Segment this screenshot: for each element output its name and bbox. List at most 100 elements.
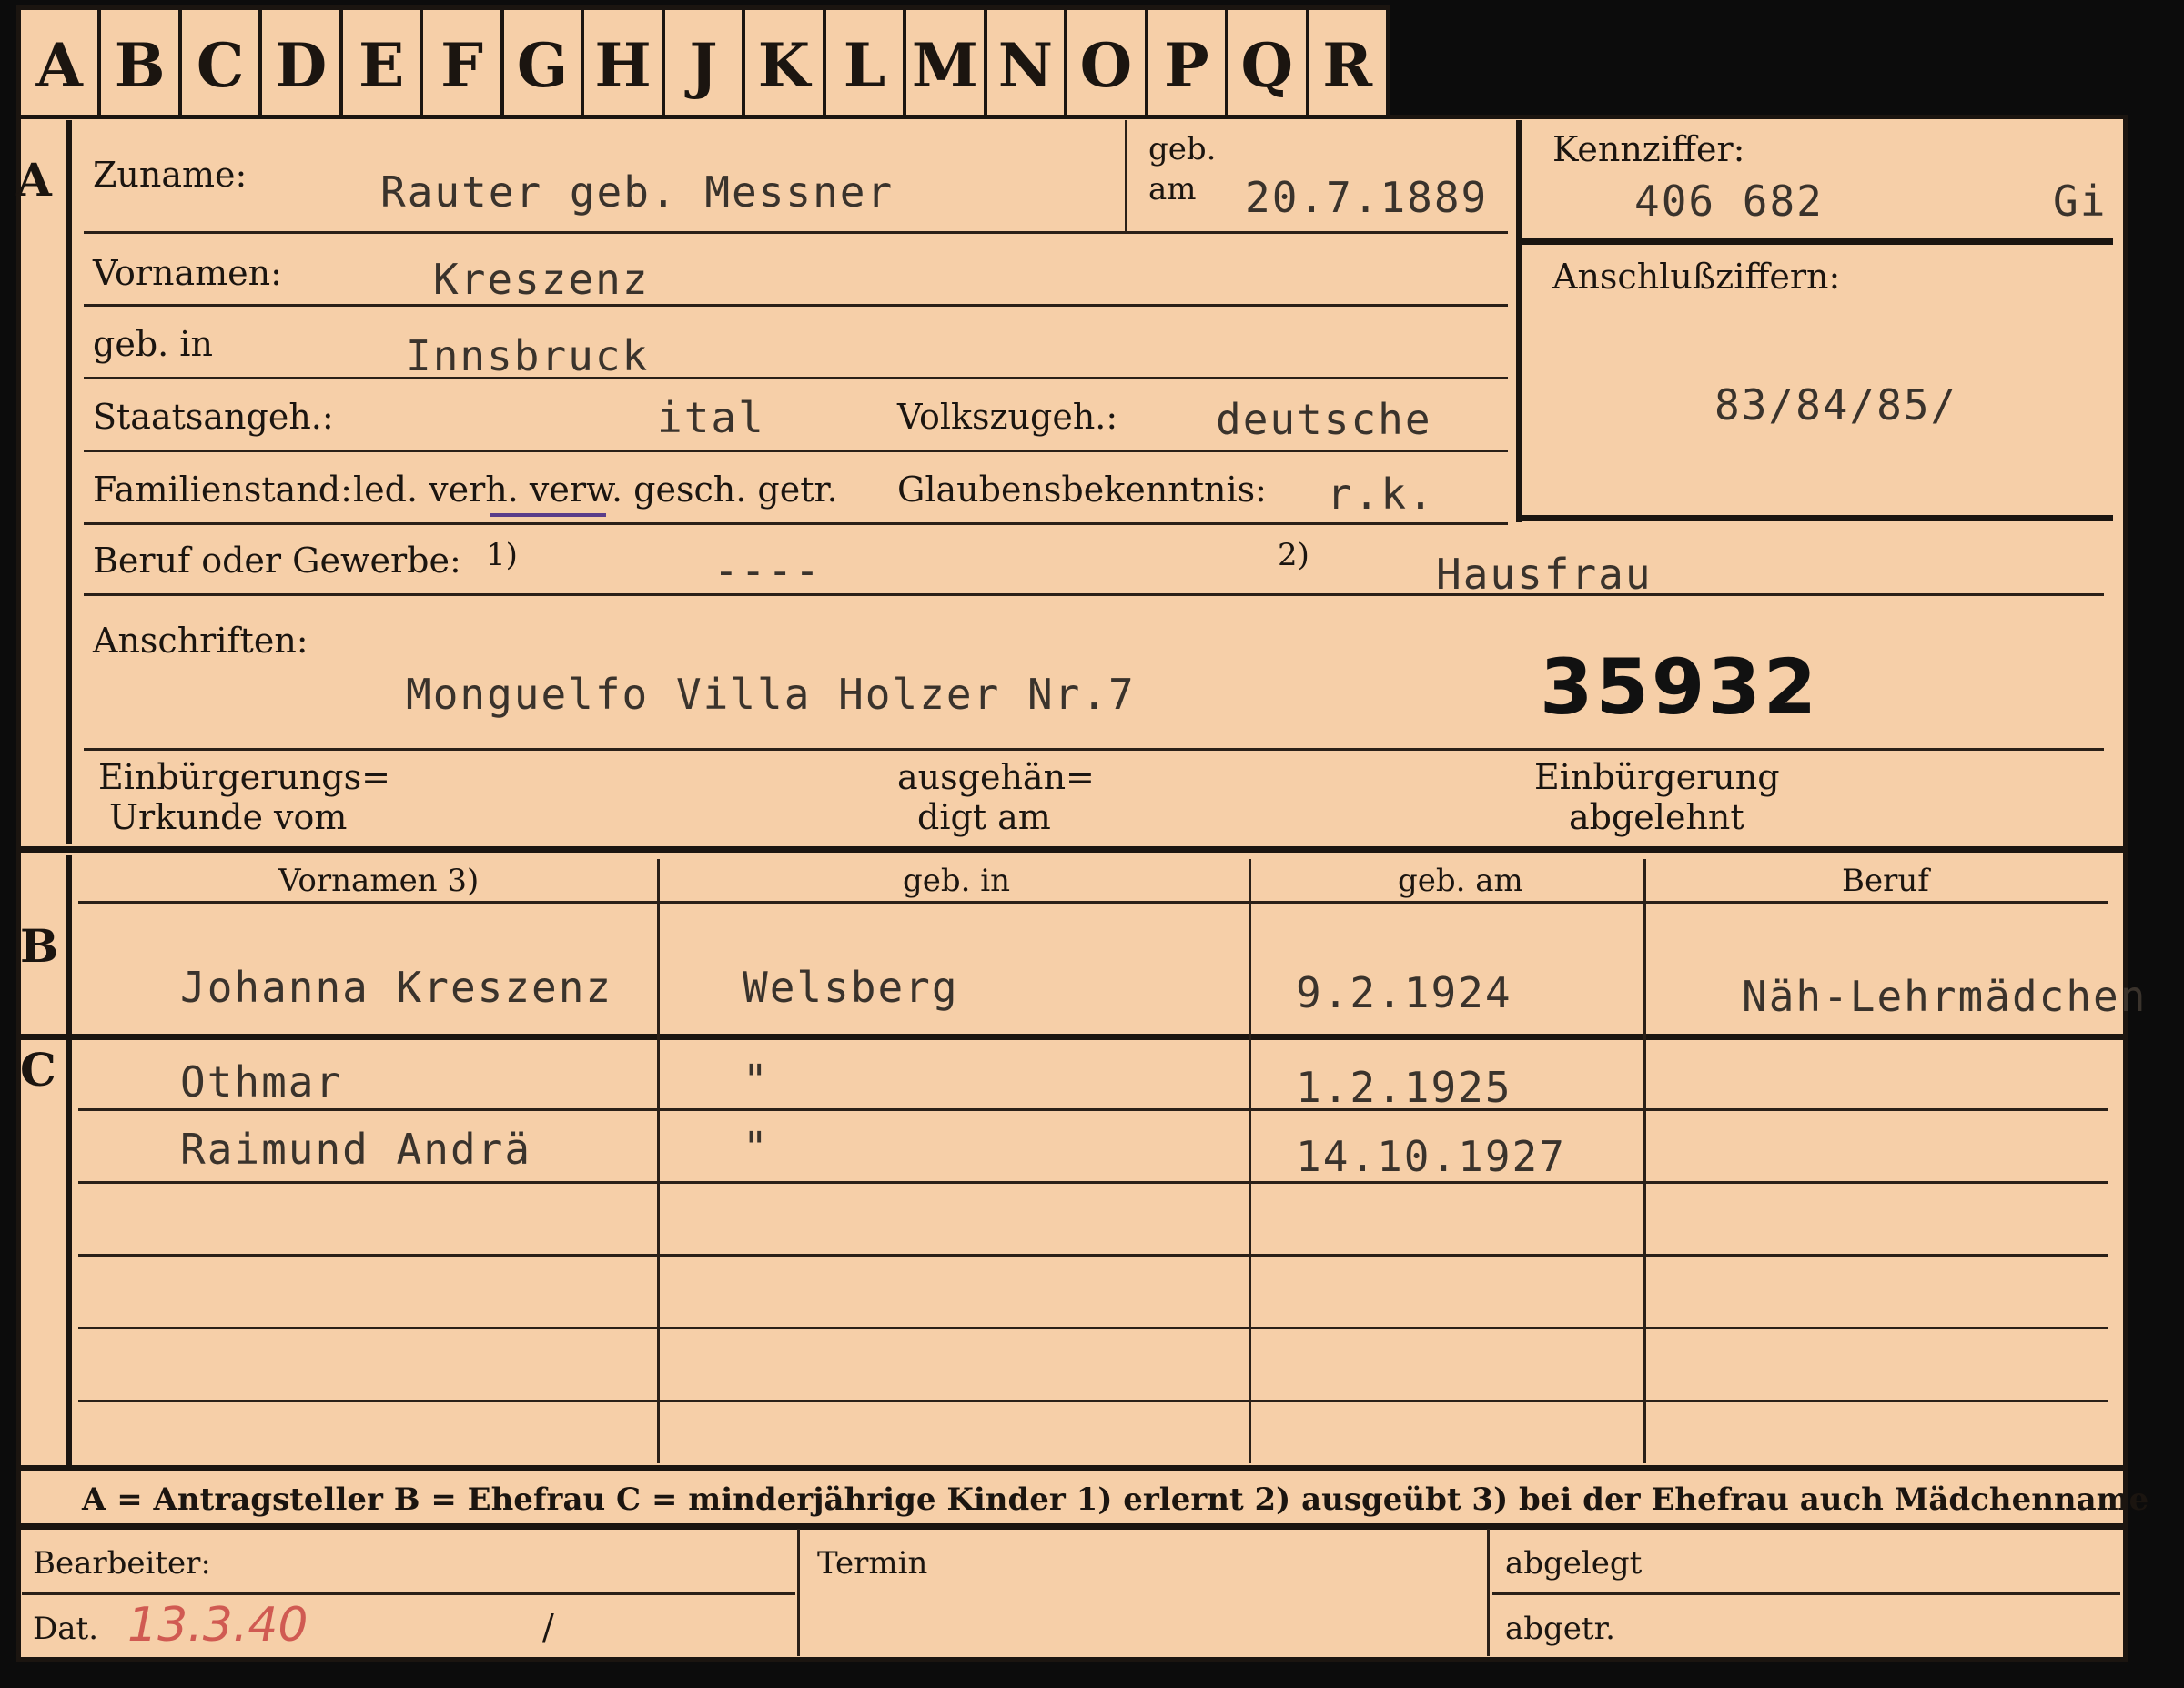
kennziffer-box-divider — [1516, 238, 2113, 245]
col-header-geb-in: geb. in — [903, 863, 1011, 899]
dat-label: Dat. — [33, 1611, 99, 1647]
c-row-2-vornamen: Raimund Andrä — [180, 1125, 532, 1174]
ausgehaend-label-1: ausgehän= — [897, 757, 1095, 797]
divider — [78, 1181, 2108, 1184]
kennziffer-box-left — [1516, 120, 1522, 522]
section-b-marker: B — [20, 919, 59, 973]
familienstand-options: led. verh. verw. gesch. getr. — [353, 470, 838, 510]
divider — [84, 304, 1508, 307]
beruf-label: Beruf oder Gewerbe: — [93, 541, 461, 581]
divider — [84, 593, 2104, 596]
divider — [84, 377, 1508, 379]
tab-letter-c[interactable]: C — [182, 10, 263, 120]
divider — [78, 901, 2108, 904]
divider — [78, 1108, 2108, 1111]
vornamen-value: Kreszenz — [433, 255, 650, 304]
tab-letter-e[interactable]: E — [343, 10, 424, 120]
kennziffer-suffix: Gi — [2053, 177, 2108, 226]
legend-bottom-rule — [16, 1523, 2128, 1530]
col-header-vornamen: Vornamen 3) — [278, 863, 480, 899]
staatsangeh-value: ital — [657, 393, 765, 442]
glaubens-value: r.k. — [1327, 470, 1435, 519]
tab-letter-o[interactable]: O — [1067, 10, 1148, 120]
volkszugeh-value: deutsche — [1216, 395, 1432, 444]
divider — [84, 231, 1508, 234]
tab-letter-j[interactable]: J — [665, 10, 746, 120]
dat-handwritten-value: 13.3.40 — [127, 1598, 308, 1653]
staatsangeh-label: Staatsangeh.: — [93, 397, 334, 437]
tab-letter-p[interactable]: P — [1148, 10, 1229, 120]
beruf-footnote-1: 1) — [486, 537, 518, 573]
section-bc-rule — [66, 855, 72, 1465]
col-header-geb-am: geb. am — [1398, 863, 1523, 899]
section-b-bottom-rule — [16, 1034, 2128, 1040]
kennziffer-label: Kennziffer: — [1552, 129, 1745, 169]
tab-letter-r[interactable]: R — [1309, 10, 1386, 120]
b-geb-am: 9.2.1924 — [1296, 968, 1512, 1017]
divider — [1125, 120, 1127, 231]
legend-top-rule — [16, 1465, 2128, 1471]
divider — [1643, 859, 1646, 1463]
geb-am-label-1: geb. — [1148, 131, 1217, 167]
legend-text: A = Antragsteller B = Ehefrau C = minder… — [82, 1481, 2149, 1518]
anschriften-label: Anschriften: — [93, 621, 308, 661]
b-beruf: Näh-Lehrmädchen — [1742, 972, 2148, 1021]
section-a-rule — [66, 120, 72, 844]
anschluss-value: 83/84/85/ — [1714, 380, 1958, 430]
divider — [78, 1400, 2108, 1402]
glaubens-label: Glaubensbekenntnis: — [897, 470, 1267, 510]
tab-letter-f[interactable]: F — [423, 10, 504, 120]
b-geb-in: Welsberg — [743, 963, 959, 1012]
bearbeiter-label: Bearbeiter: — [33, 1545, 211, 1582]
geb-am-value: 20.7.1889 — [1245, 173, 1489, 222]
abgetr-label: abgetr. — [1505, 1611, 1615, 1647]
divider — [78, 1254, 2108, 1257]
tab-letter-h[interactable]: H — [584, 10, 665, 120]
termin-label: Termin — [817, 1545, 928, 1582]
geb-am-label-2: am — [1148, 171, 1197, 207]
section-c-marker: C — [20, 1043, 56, 1097]
einb-abgelehnt-label-2: abgelehnt — [1569, 797, 1744, 837]
col-header-beruf: Beruf — [1842, 863, 1929, 899]
tab-letter-a[interactable]: A — [21, 10, 102, 120]
tab-letter-m[interactable]: M — [906, 10, 987, 120]
abgelegt-label: abgelegt — [1505, 1545, 1643, 1582]
tab-letter-n[interactable]: N — [987, 10, 1068, 120]
tab-letter-l[interactable]: L — [826, 10, 907, 120]
tab-letter-q[interactable]: Q — [1228, 10, 1309, 120]
tab-letter-g[interactable]: G — [504, 10, 585, 120]
stamp-number: 35932 — [1540, 642, 1820, 732]
beruf-footnote-2: 2) — [1278, 537, 1309, 573]
geb-in-value: Innsbruck — [406, 331, 650, 380]
dat-slash: / — [542, 1607, 554, 1647]
divider — [1487, 1529, 1490, 1656]
kennziffer-value: 406 682 — [1634, 177, 1824, 226]
b-vornamen: Johanna Kreszenz — [180, 963, 613, 1012]
kennziffer-box-bottom — [1516, 515, 2113, 521]
c-row-1-vornamen: Othmar — [180, 1057, 343, 1107]
divider — [1249, 859, 1251, 1463]
divider — [657, 859, 660, 1463]
beruf-2-value: Hausfrau — [1436, 550, 1653, 599]
divider — [84, 748, 2104, 751]
tab-letter-d[interactable]: D — [262, 10, 343, 120]
divider — [84, 450, 1508, 452]
divider — [78, 1327, 2108, 1329]
c-row-2-geb-in: " — [743, 1123, 770, 1172]
tab-letter-b[interactable]: B — [101, 10, 182, 120]
anschluss-label: Anschlußziffern: — [1552, 257, 1841, 297]
tab-letter-k[interactable]: K — [745, 10, 826, 120]
section-a-marker: A — [16, 153, 52, 207]
einb-abgelehnt-label-1: Einbürgerung — [1534, 757, 1780, 797]
alphabet-tab-strip: ABCDEFGHJKLMNOPQR — [16, 5, 1390, 120]
beruf-1-value: ---- — [713, 546, 822, 595]
divider — [84, 522, 1508, 525]
table-top-rule — [16, 846, 2128, 853]
zuname-value: Rauter geb. Messner — [380, 167, 895, 217]
volkszugeh-label: Volkszugeh.: — [897, 397, 1118, 437]
divider — [1492, 1592, 2120, 1595]
ausgehaend-label-2: digt am — [917, 797, 1051, 837]
anschrift-value: Monguelfo Villa Holzer Nr.7 — [406, 670, 1136, 719]
divider — [797, 1529, 800, 1656]
familienstand-underline — [490, 513, 606, 517]
